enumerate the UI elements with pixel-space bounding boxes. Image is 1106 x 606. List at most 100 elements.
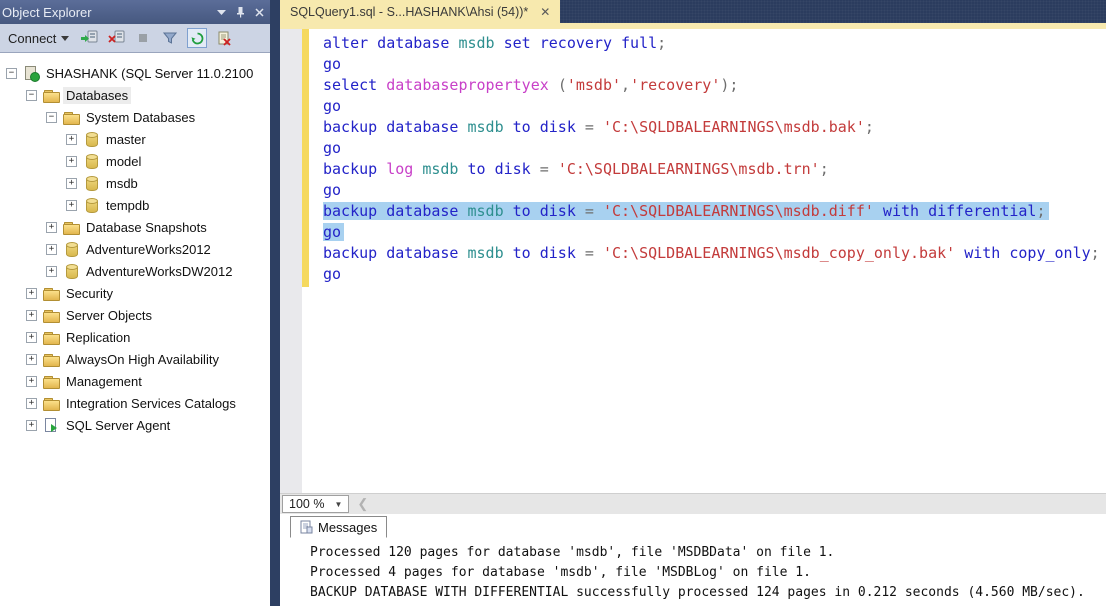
collapse-toggle-icon[interactable]: −	[46, 112, 57, 123]
tree-item-shashank-sql-server-11-0-2100[interactable]: − SHASHANK (SQL Server 11.0.2100	[0, 62, 270, 84]
expand-toggle-icon[interactable]: +	[26, 420, 37, 431]
tree-item-msdb[interactable]: +msdb	[0, 172, 270, 194]
code-token: msdb	[468, 118, 504, 136]
collapse-toggle-icon[interactable]: −	[26, 90, 37, 101]
expand-toggle-icon[interactable]: +	[46, 222, 57, 233]
code-line[interactable]: go	[323, 54, 1100, 75]
code-line[interactable]: backup database msdb to disk = 'C:\SQLDB…	[323, 117, 1100, 138]
code-token: 'C:\SQLDBALEARNINGS\msdb.bak'	[603, 118, 865, 136]
code-token: backup database	[323, 244, 468, 262]
db-icon	[63, 241, 79, 257]
code-token: to disk	[458, 160, 539, 178]
scroll-left-icon[interactable]: ❮	[357, 496, 368, 512]
code-token: ;	[820, 160, 829, 178]
tree-item-management[interactable]: + Management	[0, 370, 270, 392]
tree-item-replication[interactable]: + Replication	[0, 326, 270, 348]
tree-item-alwayson-high-availability[interactable]: +AlwaysOn High Availability	[0, 348, 270, 370]
code-line[interactable]: select databasepropertyex ('msdb','recov…	[323, 75, 1100, 96]
tree-item-sql-server-agent[interactable]: + SQL Server Agent	[0, 414, 270, 436]
tree-item-label: Replication	[63, 329, 133, 346]
object-explorer-titlebar[interactable]: Object Explorer	[0, 0, 270, 24]
code-line[interactable]: alter database msdb set recovery full;	[323, 33, 1100, 54]
tree-item-label: AdventureWorksDW2012	[83, 263, 235, 280]
code-token: to disk	[504, 118, 585, 136]
connect-server-icon[interactable]	[79, 28, 99, 48]
tree-item-security[interactable]: + Security	[0, 282, 270, 304]
tree-item-database-snapshots[interactable]: +Database Snapshots	[0, 216, 270, 238]
tree-item-integration-services-catalogs[interactable]: +Integration Services Catalogs	[0, 392, 270, 414]
editor-status-scroll-row: 100 % ▼ ❮	[280, 493, 1106, 514]
window-menu-icon[interactable]	[217, 10, 226, 15]
code-line[interactable]: backup database msdb to disk = 'C:\SQLDB…	[323, 243, 1100, 264]
code-line[interactable]: backup log msdb to disk = 'C:\SQLDBALEAR…	[323, 159, 1100, 180]
code-token: 'recovery'	[630, 76, 720, 94]
code-token: with differential	[874, 202, 1037, 220]
folder-icon	[63, 219, 79, 235]
expand-toggle-icon[interactable]: +	[66, 178, 77, 189]
expand-toggle-icon[interactable]: +	[46, 266, 57, 277]
expand-toggle-icon[interactable]: +	[26, 288, 37, 299]
delete-icon[interactable]	[214, 28, 234, 48]
close-icon[interactable]	[255, 8, 264, 17]
code-line[interactable]: go	[323, 222, 1100, 243]
tree-item-label: SHASHANK (SQL Server 11.0.2100	[43, 65, 256, 82]
code-token: backup	[323, 160, 386, 178]
db-icon	[83, 131, 99, 147]
object-explorer-toolbar: Connect	[0, 24, 270, 53]
filter-icon[interactable]	[160, 28, 180, 48]
code-text: go	[323, 97, 341, 115]
code-token: 'C:\SQLDBALEARNINGS\msdb_copy_only.bak'	[603, 244, 955, 262]
tree-item-label: Security	[63, 285, 116, 302]
zoom-level-value: 100 %	[289, 497, 324, 511]
tree-item-master[interactable]: +master	[0, 128, 270, 150]
tree-item-label: AdventureWorks2012	[83, 241, 214, 258]
refresh-icon[interactable]	[187, 28, 207, 48]
tree-item-databases[interactable]: −Databases	[0, 84, 270, 106]
chevron-down-icon: ▼	[334, 500, 342, 509]
expand-toggle-icon[interactable]: +	[26, 354, 37, 365]
close-icon[interactable]: ✕	[540, 6, 550, 18]
code-line[interactable]: go	[323, 264, 1100, 285]
expand-toggle-icon[interactable]: +	[46, 244, 57, 255]
tree-item-system-databases[interactable]: −System Databases	[0, 106, 270, 128]
zoom-level-dropdown[interactable]: 100 % ▼	[282, 495, 349, 513]
collapse-toggle-icon[interactable]: −	[6, 68, 17, 79]
document-tab-bar: SQLQuery1.sql - S...HASHANK\Ahsi (54))* …	[280, 0, 1106, 23]
tree-item-server-objects[interactable]: +Server Objects	[0, 304, 270, 326]
tree-item-label: SQL Server Agent	[63, 417, 173, 434]
code-token: msdb	[468, 244, 504, 262]
tab-messages[interactable]: Messages	[290, 516, 387, 538]
code-token: go	[323, 223, 341, 241]
code-text: go	[323, 139, 341, 157]
expand-toggle-icon[interactable]: +	[66, 200, 77, 211]
code-line[interactable]: backup database msdb to disk = 'C:\SQLDB…	[323, 201, 1100, 222]
code-area[interactable]: alter database msdb set recovery full; go…	[323, 33, 1100, 285]
tree-item-model[interactable]: +model	[0, 150, 270, 172]
expand-toggle-icon[interactable]: +	[26, 376, 37, 387]
pin-icon[interactable]	[235, 6, 246, 18]
code-token: msdb	[458, 34, 494, 52]
tree-item-adventureworks2012[interactable]: + AdventureWorks2012	[0, 238, 270, 260]
sql-code-editor[interactable]: alter database msdb set recovery full; go…	[280, 29, 1106, 493]
code-token: ;	[657, 34, 666, 52]
selected-code-text: backup database msdb to disk = 'C:\SQLDB…	[323, 202, 1049, 220]
expand-toggle-icon[interactable]: +	[66, 134, 77, 145]
code-line[interactable]: go	[323, 96, 1100, 117]
expand-toggle-icon[interactable]: +	[26, 398, 37, 409]
expand-toggle-icon[interactable]: +	[26, 332, 37, 343]
connect-button[interactable]: Connect	[5, 29, 72, 48]
tree-item-adventureworksdw2012[interactable]: + AdventureWorksDW2012	[0, 260, 270, 282]
tree-item-tempdb[interactable]: +tempdb	[0, 194, 270, 216]
code-line[interactable]: go	[323, 180, 1100, 201]
query-tab[interactable]: SQLQuery1.sql - S...HASHANK\Ahsi (54))* …	[280, 0, 560, 23]
object-explorer-tree[interactable]: −SHASHANK (SQL Server 11.0.2100−Database…	[0, 53, 270, 606]
db-icon	[83, 153, 99, 169]
expand-toggle-icon[interactable]: +	[26, 310, 37, 321]
code-text: backup log msdb to disk = 'C:\SQLDBALEAR…	[323, 160, 829, 178]
tree-item-label: Management	[63, 373, 145, 390]
disconnect-server-icon[interactable]	[106, 28, 126, 48]
expand-toggle-icon[interactable]: +	[66, 156, 77, 167]
code-text: alter database msdb set recovery full;	[323, 34, 666, 52]
code-text: go	[323, 181, 341, 199]
code-line[interactable]: go	[323, 138, 1100, 159]
